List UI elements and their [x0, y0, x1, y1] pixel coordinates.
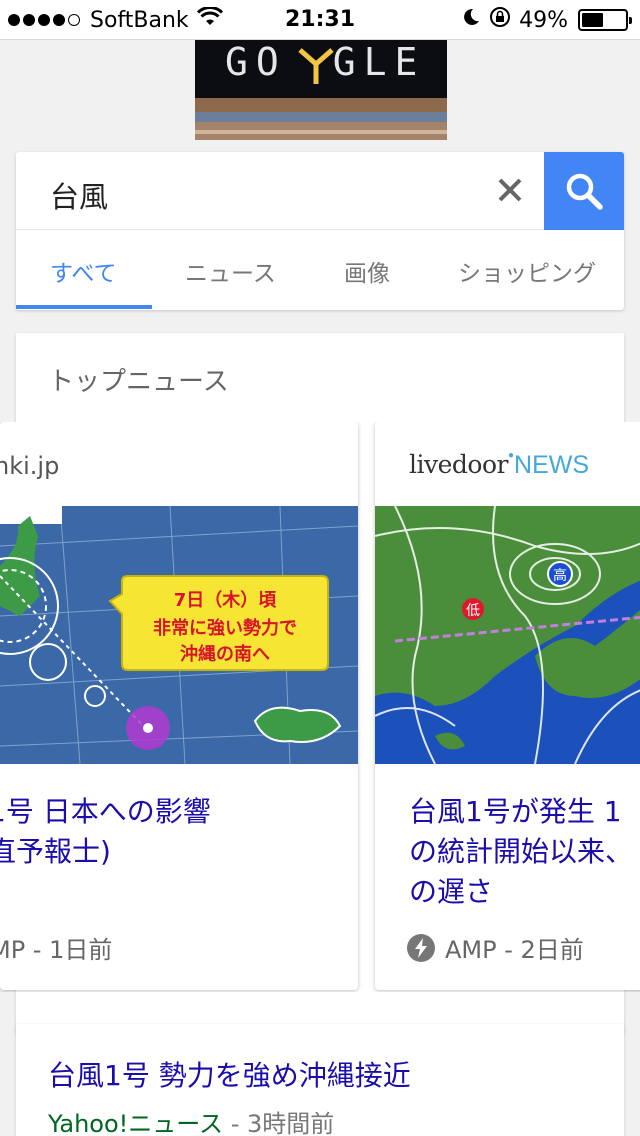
map-label-high: 高: [553, 567, 567, 584]
active-tab-indicator: [16, 305, 152, 309]
result-source: Yahoo!ニュース: [48, 1110, 224, 1136]
result-time: - 3時間前: [223, 1110, 335, 1136]
image-caption-line3: 沖縄の南へ: [180, 643, 270, 665]
news-headline: 1号 日本への影響 直予報士): [0, 795, 211, 868]
tab-news[interactable]: ニュース: [185, 254, 276, 288]
search-result-card[interactable]: 台風1号 勢力を強め沖縄接近 Yahoo!ニュース - 3時間前: [16, 1024, 624, 1136]
status-bar: SoftBank 21:31 49%: [0, 0, 640, 40]
news-source: nki.jp: [0, 452, 60, 480]
result-meta: Yahoo!ニュース - 3時間前: [48, 1104, 334, 1136]
image-caption-line2: 非常に強い勢力で: [153, 617, 297, 639]
clear-search-button[interactable]: [490, 170, 530, 210]
search-icon: [566, 173, 603, 210]
google-doodle[interactable]: GO GLE: [195, 40, 447, 140]
close-icon: [498, 178, 522, 202]
search-input[interactable]: 台風: [50, 174, 108, 216]
livedoor-news-logo: livedoor●NEWS: [409, 450, 590, 479]
tab-shopping[interactable]: ショッピング: [458, 254, 596, 288]
news-card-tenki[interactable]: nki.jp 7日（木）頃 非常に強い勢力で 沖縄の南へ 1号 日本への影響 直…: [0, 422, 358, 990]
news-meta: AMP - 2日前: [407, 930, 584, 965]
tab-images[interactable]: 画像: [344, 254, 390, 288]
result-title-link[interactable]: 台風1号 勢力を強め沖縄接近: [48, 1054, 411, 1094]
section-title: トップニュース: [48, 367, 229, 397]
map-label-low: 低: [466, 603, 480, 619]
tab-all[interactable]: すべて: [50, 254, 116, 288]
amp-lightning-icon: [407, 933, 435, 962]
battery-percent: 49%: [519, 7, 568, 33]
moon-icon: [461, 7, 481, 33]
typhoon-forecast-image: 7日（木）頃 非常に強い勢力で 沖縄の南へ: [0, 506, 358, 764]
weather-map-image: 低 高: [375, 506, 640, 764]
search-tabs: すべて ニュース 画像 ショッピング: [16, 230, 624, 310]
search-box: 台風: [16, 152, 624, 230]
satellite-icon: [298, 48, 334, 84]
news-carousel[interactable]: nki.jp 7日（木）頃 非常に強い勢力で 沖縄の南へ 1号 日本への影響 直…: [0, 422, 640, 992]
image-caption-line1: 7日（木）頃: [174, 589, 278, 611]
news-headline: 台風1号が発生 1 の統計開始以来、 の遅さ: [409, 795, 634, 908]
news-meta: MP - 1日前: [0, 936, 113, 964]
search-button[interactable]: [544, 152, 624, 230]
battery-icon: [578, 9, 632, 31]
news-card-livedoor[interactable]: livedoor●NEWS 低 高 台風1号が発生 1 の統計開始以来、 の遅さ…: [375, 422, 640, 990]
status-right: 49%: [461, 6, 632, 34]
rotation-lock-icon: [489, 6, 511, 34]
search-card: 台風 すべて ニュース 画像 ショッピング: [16, 152, 624, 310]
